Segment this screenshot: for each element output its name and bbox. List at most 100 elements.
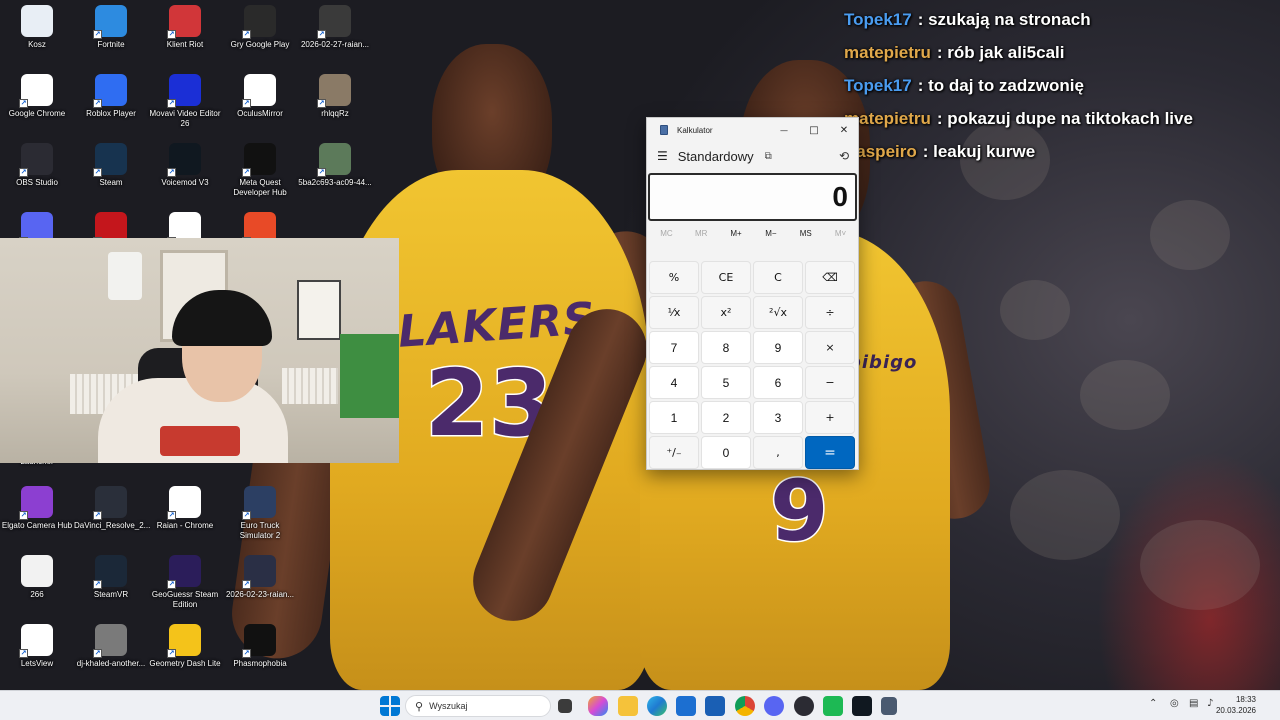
digit-1-key[interactable]: 1 (649, 401, 699, 434)
memory-button[interactable]: M˅ (823, 229, 858, 238)
calculator-taskbar-icon[interactable] (881, 697, 897, 715)
equals-key[interactable]: = (805, 436, 855, 469)
desktop-icon[interactable]: ↗ Steam (74, 143, 148, 188)
desktop-icon[interactable]: ↗ Fortnite (74, 5, 148, 50)
desktop-icon[interactable]: ↗ SteamVR (74, 555, 148, 600)
close-button[interactable]: ✕ (829, 118, 859, 142)
clear-entry-key[interactable]: CE (701, 261, 751, 294)
desktop-icon[interactable]: ↗ Geometry Dash Lite (148, 624, 222, 669)
shortcut-arrow-icon: ↗ (242, 30, 251, 39)
desktop-icon[interactable]: ↗ Phasmophobia (223, 624, 297, 669)
discord-taskbar-icon[interactable] (764, 696, 784, 716)
desktop-icon[interactable]: ↗ 2026-02-23-raian... (223, 555, 297, 600)
taskbar-clock[interactable]: 18:33 20.03.2026 (1216, 694, 1256, 716)
chat-text: : to daj to zadzwonię (917, 76, 1084, 95)
negate-key[interactable]: ⁺/₋ (649, 436, 699, 469)
desktop-icon[interactable]: ↗ dj-khaled-another... (74, 624, 148, 669)
memory-button[interactable]: MR (684, 229, 719, 238)
desktop-icon[interactable]: ↗ LetsView (0, 624, 74, 669)
obs-taskbar-icon[interactable] (794, 696, 814, 716)
add-key[interactable]: + (805, 401, 855, 434)
green-app-taskbar-icon[interactable] (823, 696, 843, 716)
start-button[interactable] (380, 696, 400, 716)
network-icon[interactable]: ▤ (1189, 698, 1198, 709)
tray-chevron-icon[interactable]: ⌃ (1149, 698, 1157, 709)
desktop-icon[interactable]: ↗ rhlqqRz (298, 74, 372, 119)
store-icon[interactable] (676, 696, 696, 716)
digit-5-key[interactable]: 5 (701, 366, 751, 399)
history-icon[interactable]: ⟲ (839, 149, 849, 163)
decimal-key[interactable]: , (753, 436, 803, 469)
desktop-icon[interactable]: ↗ Elgato Camera Hub (0, 486, 74, 531)
desktop-icon[interactable]: ↗ Google Chrome (0, 74, 74, 119)
hamburger-menu-icon[interactable]: ☰ (657, 149, 668, 163)
desktop-icon[interactable]: ↗ Raian - Chrome (148, 486, 222, 531)
desktop-icon[interactable]: ↗ Meta Quest Developer Hub (223, 143, 297, 198)
maximize-button[interactable]: □ (799, 118, 829, 142)
desktop-icon-label: Steam (99, 178, 123, 187)
desktop-icon[interactable]: ↗ 2026-02-27-raian... (298, 5, 372, 50)
chrome-taskbar-icon[interactable] (735, 696, 755, 716)
shortcut-arrow-icon: ↗ (167, 511, 176, 520)
copilot-icon[interactable] (588, 696, 608, 716)
clear-key[interactable]: C (753, 261, 803, 294)
memory-button[interactable]: M− (753, 229, 788, 238)
digit-2-key[interactable]: 2 (701, 401, 751, 434)
desktop-icon[interactable]: ↗ OBS Studio (0, 143, 74, 188)
digit-9-key[interactable]: 9 (753, 331, 803, 364)
square-root-key[interactable]: ²√x (753, 296, 803, 329)
memory-button[interactable]: MS (788, 229, 823, 238)
reciprocal-key[interactable]: ¹⁄x (649, 296, 699, 329)
task-view-icon[interactable] (558, 699, 572, 713)
digit-3-key[interactable]: 3 (753, 401, 803, 434)
keep-on-top-icon[interactable]: ⧉ (765, 151, 772, 162)
digit-8-key[interactable]: 8 (701, 331, 751, 364)
file-explorer-icon[interactable] (618, 696, 638, 716)
subtract-key[interactable]: − (805, 366, 855, 399)
calculator-window[interactable]: Kalkulator — □ ✕ ☰ Standardowy ⧉ ⟲ 0 MC M… (646, 117, 859, 470)
memory-button[interactable]: M+ (719, 229, 754, 238)
desktop-icon[interactable]: ↗ Roblox Player (74, 74, 148, 119)
digit-4-key[interactable]: 4 (649, 366, 699, 399)
shortcut-arrow-icon: ↗ (19, 99, 28, 108)
edge-icon[interactable] (647, 696, 667, 716)
digit-0-key[interactable]: 0 (701, 436, 751, 469)
shortcut-arrow-icon: ↗ (242, 580, 251, 589)
outlook-icon[interactable] (705, 696, 725, 716)
desktop-icon[interactable]: ↗ GeoGuessr Steam Edition (148, 555, 222, 610)
recycle-bin-icon (21, 5, 53, 37)
square-key[interactable]: x² (701, 296, 751, 329)
backspace-key[interactable]: ⌫ (805, 261, 855, 294)
desktop-icon[interactable]: 266 (0, 555, 74, 600)
divide-key[interactable]: ÷ (805, 296, 855, 329)
chat-username: Topek17 (844, 76, 912, 95)
desktop-icon[interactable]: ↗ DaVinci_Resolve_2... (74, 486, 151, 531)
desktop-icon[interactable]: ↗ 5ba2c693-ac09-44... (298, 143, 372, 188)
desktop-icon[interactable]: ↗ Gry Google Play (223, 5, 297, 50)
volume-icon[interactable]: ♪ (1207, 698, 1213, 709)
desktop-icon[interactable]: ↗ Euro Truck Simulator 2 (223, 486, 297, 541)
desktop-icon-label: Google Chrome (8, 109, 66, 118)
desktop-icon-label: Movavi Video Editor 26 (149, 109, 221, 128)
minimize-button[interactable]: — (769, 118, 799, 142)
percent-key[interactable]: % (649, 261, 699, 294)
calculator-titlebar[interactable]: Kalkulator — □ ✕ (647, 118, 858, 142)
multiply-key[interactable]: × (805, 331, 855, 364)
desktop-icon[interactable]: ↗ Movavi Video Editor 26 (148, 74, 222, 129)
wallpaper-number-9: 9 (768, 461, 829, 562)
digit-7-key[interactable]: 7 (649, 331, 699, 364)
video-file-icon: ↗ (317, 5, 351, 39)
memory-button[interactable]: MC (649, 229, 684, 238)
oculus-mirror-icon: ↗ (242, 74, 276, 108)
voicemod-taskbar-icon[interactable] (852, 696, 872, 716)
desktop-icon[interactable]: ↗ Voicemod V3 (148, 143, 222, 188)
microphone-icon[interactable]: ◎ (1170, 698, 1179, 709)
desktop-icon-label: DaVinci_Resolve_2... (74, 521, 151, 530)
taskbar-search[interactable]: ⚲ Wyszukaj (405, 695, 551, 717)
desktop-icon[interactable]: ↗ Klient Riot (148, 5, 222, 50)
desktop-icon[interactable]: ↗ OculusMirror (223, 74, 297, 119)
desktop-icon[interactable]: Kosz (0, 5, 74, 50)
chat-message: matepietru: rób jak ali5cali (844, 40, 1274, 73)
digit-6-key[interactable]: 6 (753, 366, 803, 399)
geoguessr-icon: ↗ (167, 555, 201, 589)
